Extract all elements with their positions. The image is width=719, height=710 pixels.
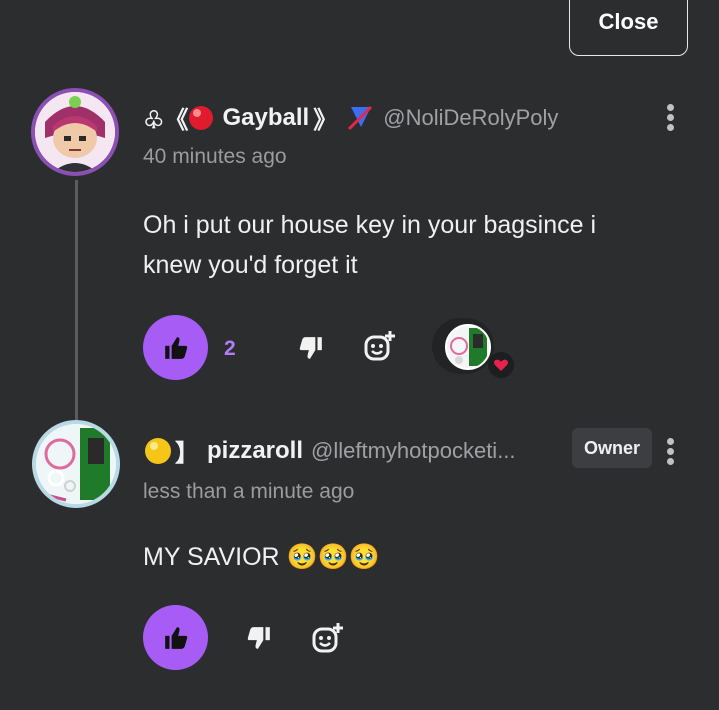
author-name-suffix: 》	[313, 107, 338, 134]
like-count: 2	[224, 337, 236, 360]
author-handle[interactable]: @lleftmyhotpocketi...	[311, 438, 516, 464]
comment-text: Oh i put our house key in your bagsince …	[143, 205, 596, 285]
like-button[interactable]	[143, 605, 208, 670]
comment-timestamp: less than a minute ago	[143, 480, 355, 503]
like-button[interactable]	[143, 315, 208, 380]
crossed-flag-icon	[348, 105, 373, 130]
owner-badge: Owner	[572, 428, 652, 468]
thumbs-up-icon	[164, 336, 187, 359]
more-options-icon[interactable]	[667, 438, 675, 465]
comment-text-line: knew you'd forget it	[143, 251, 358, 279]
author-name[interactable]: Gayball	[223, 104, 310, 132]
red-circle-icon	[188, 105, 213, 130]
reactor-avatar[interactable]	[445, 324, 491, 370]
author-handle[interactable]: @NoliDeRolyPoly	[383, 105, 558, 131]
close-button[interactable]: Close	[569, 0, 688, 56]
name-bracket-icon: 】	[175, 440, 199, 467]
author-name[interactable]: pizzaroll	[207, 437, 303, 465]
thread-connector-line	[75, 180, 78, 420]
yellow-circle-icon	[145, 437, 171, 464]
add-emoji-icon	[312, 623, 343, 653]
thumbs-up-icon	[164, 626, 187, 649]
more-options-icon[interactable]	[667, 104, 675, 131]
avatar[interactable]	[32, 420, 120, 508]
comment-author-row: ♧《 Gayball 》 @NoliDeRolyPoly	[143, 100, 558, 135]
comment-author-row: 】 pizzaroll @lleftmyhotpocketi...	[143, 433, 516, 468]
comment-text: MY SAVIOR 🥹🥹🥹	[143, 543, 380, 571]
heart-reaction-badge	[488, 352, 514, 378]
add-reaction-button[interactable]	[310, 620, 346, 656]
comment-text-line: Oh i put our house key in your bagsince …	[143, 211, 597, 239]
author-name-prefix: ♧《	[143, 107, 189, 134]
dislike-button[interactable]	[293, 330, 329, 366]
heart-icon	[494, 359, 508, 371]
comment-timestamp: 40 minutes ago	[143, 145, 287, 168]
dislike-button[interactable]	[241, 620, 277, 656]
add-emoji-icon	[364, 331, 395, 361]
add-reaction-button[interactable]	[362, 328, 398, 364]
thumbs-down-icon	[247, 627, 270, 649]
avatar[interactable]	[31, 88, 119, 176]
thumbs-down-icon	[299, 337, 322, 359]
